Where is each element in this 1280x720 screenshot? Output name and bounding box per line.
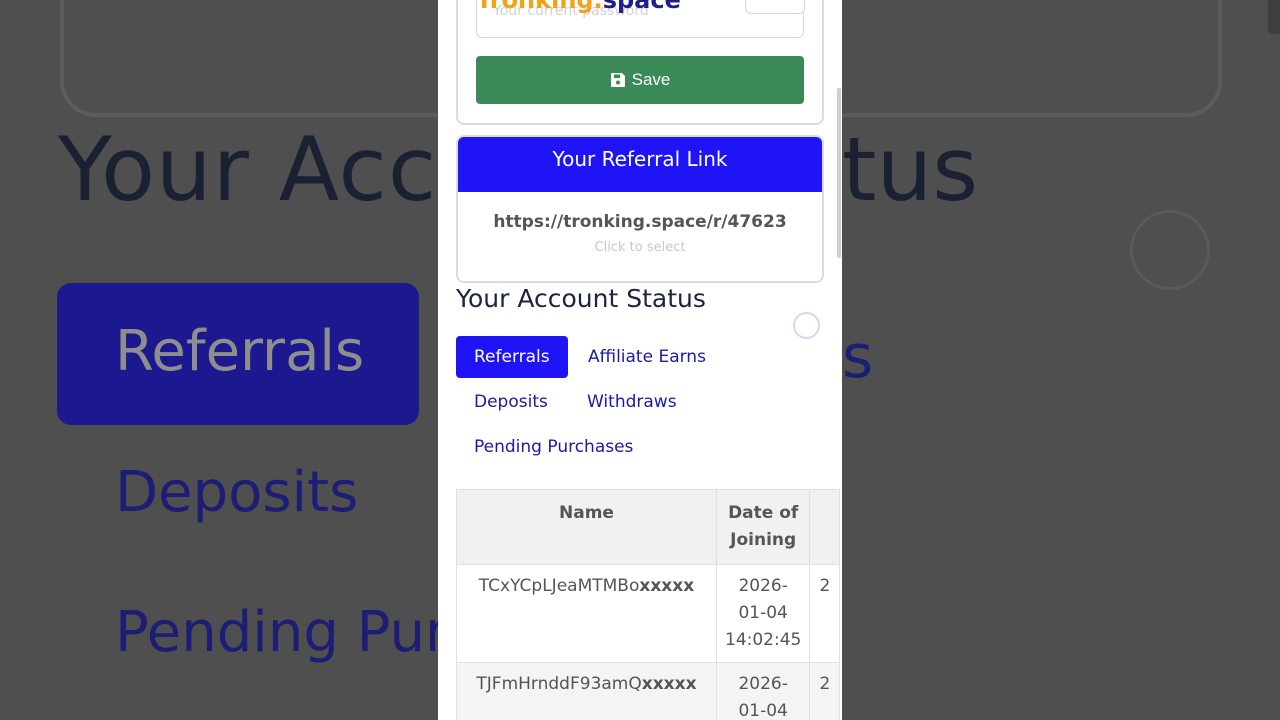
row-date: 2026-01-04 14:02:45 (715, 564, 811, 663)
row-next: 2 (809, 564, 841, 663)
bg-heading-tail: tus (842, 118, 979, 221)
referral-hint: Click to select (594, 240, 686, 255)
table-header-row: Name Date of Joining (456, 489, 841, 565)
col-date-joining: Date of Joining (715, 489, 811, 565)
row-name-prefix: TCxYCpLJeaMTMBo (478, 576, 640, 596)
bg-tab-active: Referrals (57, 283, 419, 425)
bg-pending: Pending Pur (115, 600, 448, 665)
bg-heading: Your Acc (58, 118, 438, 221)
tab-affiliate-earns[interactable]: Affiliate Earns (588, 347, 706, 367)
save-button[interactable]: Save (476, 56, 804, 104)
referrals-table: Name Date of Joining TCxYCpLJeaMTMBoxxxx… (456, 489, 841, 720)
table-row: TCxYCpLJeaMTMBoxxxxx 2026-01-04 14:02:45… (456, 564, 841, 663)
save-button-label: Save (631, 70, 671, 89)
col-date-joining-label: Date of Joining (728, 503, 799, 550)
row-next: 2 (809, 662, 841, 720)
row-name-mask: xxxxx (639, 576, 695, 596)
table-row: TJFmHrnddF93amQxxxxx 2026-01-04 2 (456, 662, 841, 720)
bg-circle (1130, 210, 1210, 290)
phone-scrollbar[interactable] (837, 88, 841, 258)
row-name-mask: xxxxx (641, 674, 697, 694)
referral-title: Your Referral Link (458, 137, 822, 192)
floppy-disk-icon (610, 73, 625, 87)
tab-deposits[interactable]: Deposits (474, 392, 548, 412)
col-next (809, 489, 841, 565)
phone-viewport: Your current password Tronking.space Sav… (438, 0, 842, 720)
loading-circle (793, 312, 820, 339)
menu-button[interactable] (745, 0, 805, 14)
tab-referrals[interactable]: Referrals (456, 336, 568, 378)
bg-deposits: Deposits (115, 460, 359, 525)
bg-tab-tail: s (842, 322, 874, 392)
brand-part2: space (602, 0, 681, 14)
bg-tab-label: Referrals (115, 319, 365, 384)
row-name: TJFmHrnddF93amQxxxxx (456, 662, 717, 720)
bg-scrollbar (1268, 0, 1280, 34)
brand-logo[interactable]: Tronking.space (476, 0, 681, 14)
tab-pending-purchases[interactable]: Pending Purchases (474, 437, 633, 457)
col-name: Name (456, 489, 717, 565)
row-name: TCxYCpLJeaMTMBoxxxxx (456, 564, 717, 663)
referral-link[interactable]: https://tronking.space/r/47623 (458, 212, 822, 232)
tab-withdraws[interactable]: Withdraws (587, 392, 677, 412)
row-date: 2026-01-04 (715, 662, 811, 720)
account-status-title: Your Account Status (456, 284, 706, 313)
referral-card: Your Referral Link https://tronking.spac… (456, 135, 824, 283)
row-name-prefix: TJFmHrnddF93amQ (476, 674, 642, 694)
brand-part1: Tronking. (476, 0, 603, 14)
